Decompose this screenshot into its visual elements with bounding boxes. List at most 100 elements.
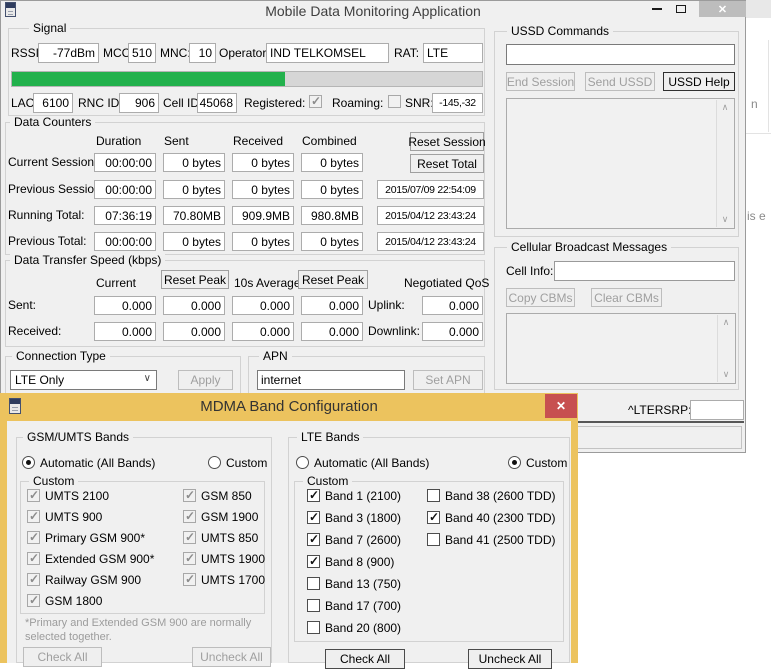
maximize-button[interactable] [669,1,693,17]
roaming-label: Roaming: [332,96,384,110]
signal-legend: Signal [29,22,71,35]
speed-value: 0.000 [163,296,225,315]
lte-band-checkbox[interactable] [307,599,320,612]
lte-band-label: Band 17 (700) [325,599,402,613]
mcc-value: 510 [128,43,156,63]
ussd-scrollbar[interactable]: ∧ ∨ [716,100,733,227]
cell-info-input[interactable] [554,261,735,281]
rat-value: LTE [423,43,483,63]
lte-band-checkbox[interactable] [427,489,440,502]
minimize-button[interactable] [645,1,669,17]
gsm-uncheck-all-button[interactable]: Uncheck All [192,647,271,667]
lte-band-checkbox[interactable] [307,510,320,524]
snr-value: -145,-32 [432,93,483,113]
speed-value: 0.000 [301,322,363,341]
transfer-speed-legend: Data Transfer Speed (kbps) [10,254,166,267]
gsm-check-all-button[interactable]: Check All [23,647,102,667]
lte-band-checkbox[interactable] [307,554,320,568]
gsm-band-checkbox [27,551,40,565]
reset-session-button[interactable]: Reset Session [408,132,486,151]
lte-automatic-radio[interactable] [296,456,309,469]
background-divider [746,133,771,134]
gsm-band-checkbox [27,488,40,502]
scroll-up-icon[interactable]: ∧ [717,103,733,112]
lte-band-checkbox[interactable] [427,533,440,546]
rssi-value: -77dBm [38,43,99,63]
reset-peak-avg-button[interactable]: Reset Peak [298,270,368,289]
cbm-list[interactable]: ∧ ∨ [506,313,736,384]
gsm-automatic-label: Automatic (All Bands) [40,456,156,470]
counter-combined: 0 bytes [301,153,363,172]
background-divider [768,40,769,132]
connection-type-legend: Connection Type [12,350,110,363]
lte-check-all-button[interactable]: Check All [325,649,405,669]
set-apn-button[interactable]: Set APN [413,370,483,390]
gsm-band-label: UMTS 1700 [201,573,266,587]
gsm-automatic-radio[interactable] [22,456,35,469]
dialog-close-button[interactable]: ✕ [545,394,577,418]
sent-header: Sent [164,134,189,148]
gsm-band-checkbox [183,509,196,523]
counter-received: 0 bytes [232,232,294,251]
signal-strength-bar [11,71,483,87]
counter-received: 0 bytes [232,153,294,172]
main-window: Mobile Data Monitoring Application ✕ Sig… [0,0,746,453]
end-session-button[interactable]: End Session [506,72,575,91]
close-button[interactable]: ✕ [699,1,746,17]
lte-custom-radio[interactable] [508,456,521,469]
rnc-id-label: RNC ID: [78,96,123,110]
counter-sent: 0 bytes [163,180,225,199]
lte-band-checkbox[interactable] [307,488,320,502]
scroll-down-icon[interactable]: ∨ [717,215,733,224]
connection-type-value: LTE Only [15,373,65,387]
gsm-bands-legend: GSM/UMTS Bands [23,431,134,444]
cbm-scrollbar[interactable]: ∧ ∨ [717,315,734,382]
gsm-band-checkbox [27,509,40,523]
lte-bands-legend: LTE Bands [297,431,364,444]
band-config-dialog: MDMA Band Configuration ✕ GSM/UMTS Bands… [0,393,578,669]
ussd-output-list[interactable]: ∧ ∨ [506,98,735,229]
dialog-body: GSM/UMTS Bands Automatic (All Bands) Cus… [7,421,571,669]
lte-band-checkbox[interactable] [307,532,320,546]
lte-band-checkbox[interactable] [427,510,440,524]
downlink-label: Downlink: [368,324,421,338]
speed-value: 0.000 [232,322,294,341]
ussd-help-button[interactable]: USSD Help [663,72,735,91]
counter-duration: 00:00:00 [94,232,156,251]
cbm-legend: Cellular Broadcast Messages [507,241,672,254]
gsm-band-label: Primary GSM 900* [45,531,146,545]
lte-band-checkbox[interactable] [307,577,320,590]
gsm-band-label: UMTS 900 [45,510,103,524]
scroll-down-icon[interactable]: ∨ [718,370,734,379]
background-text-fragment: n [751,97,758,111]
gsm-band-label: UMTS 1900 [201,552,266,566]
lte-custom-legend: Custom [303,475,353,488]
gsm-band-checkbox [27,572,40,586]
maximize-icon [676,5,686,13]
speed-sent-label: Sent: [8,298,37,312]
reset-total-button[interactable]: Reset Total [410,154,484,173]
speed-value: 0.000 [232,296,294,315]
rat-label: RAT: [394,46,420,60]
apply-button[interactable]: Apply [178,370,233,390]
lte-band-label: Band 7 (2600) [325,533,402,547]
counter-duration: 07:36:19 [94,206,156,225]
ussd-input[interactable] [506,44,735,65]
gsm-custom-radio[interactable] [208,456,221,469]
reset-peak-current-button[interactable]: Reset Peak [161,270,229,289]
lte-uncheck-all-button[interactable]: Uncheck All [468,649,552,669]
ltersrp-input[interactable] [690,400,744,420]
scroll-up-icon[interactable]: ∧ [718,318,734,327]
copy-cbms-button[interactable]: Copy CBMs [506,288,575,307]
clear-cbms-button[interactable]: Clear CBMs [591,288,662,307]
counter-row-label: Running Total: [8,208,85,222]
counter-duration: 00:00:00 [94,180,156,199]
apn-input[interactable] [257,370,405,390]
duration-header: Duration [96,134,142,148]
gsm-band-checkbox [27,593,40,607]
gsm-band-label: GSM 1900 [201,510,259,524]
connection-type-select[interactable]: LTE Only ∨ [10,370,157,390]
counter-row-label: Previous Total: [8,234,87,248]
send-ussd-button[interactable]: Send USSD [585,72,655,91]
lte-band-checkbox[interactable] [307,621,320,634]
